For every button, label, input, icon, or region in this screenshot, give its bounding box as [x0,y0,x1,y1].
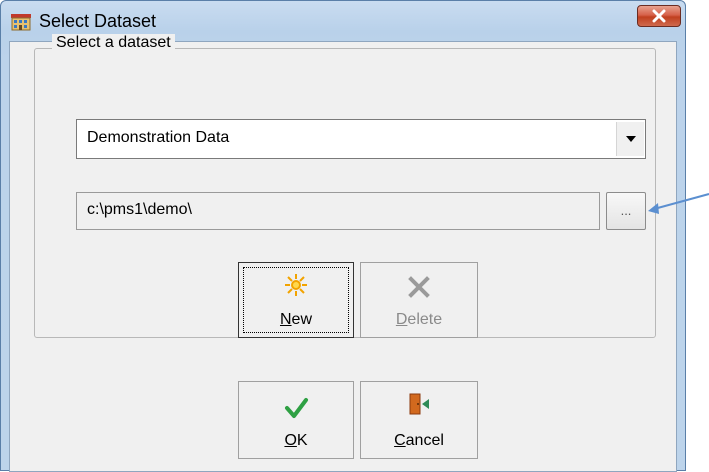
window-title: Select Dataset [39,11,157,31]
dataset-path-field[interactable]: c:\pms1\demo\ [76,192,600,230]
close-icon [652,9,666,23]
cancel-button[interactable]: Cancel [360,381,478,459]
new-button-label: New [279,311,312,328]
x-delete-icon [408,276,430,298]
exit-door-icon [409,393,429,415]
dataset-path-value: c:\pms1\demo\ [87,201,192,218]
sparkle-icon [285,274,307,296]
delete-button[interactable]: Delete [360,262,478,338]
dataset-dropdown[interactable]: Demonstration Data [76,119,646,159]
dataset-app-icon [11,14,31,31]
annotation-arrow-icon [648,193,709,214]
groupbox-legend: Select a dataset [52,34,175,52]
close-button[interactable] [637,5,681,27]
new-button[interactable]: New [238,262,354,338]
dataset-dropdown-value: Demonstration Data [87,129,230,146]
delete-button-label: Delete [395,311,443,328]
ok-button[interactable]: OK [238,381,354,459]
dropdown-arrow-icon [625,136,636,142]
cancel-button-label: Cancel [394,432,444,449]
ok-button-label: OK [284,432,308,449]
checkmark-icon [285,398,308,418]
dropdown-arrow-button[interactable] [616,122,644,156]
